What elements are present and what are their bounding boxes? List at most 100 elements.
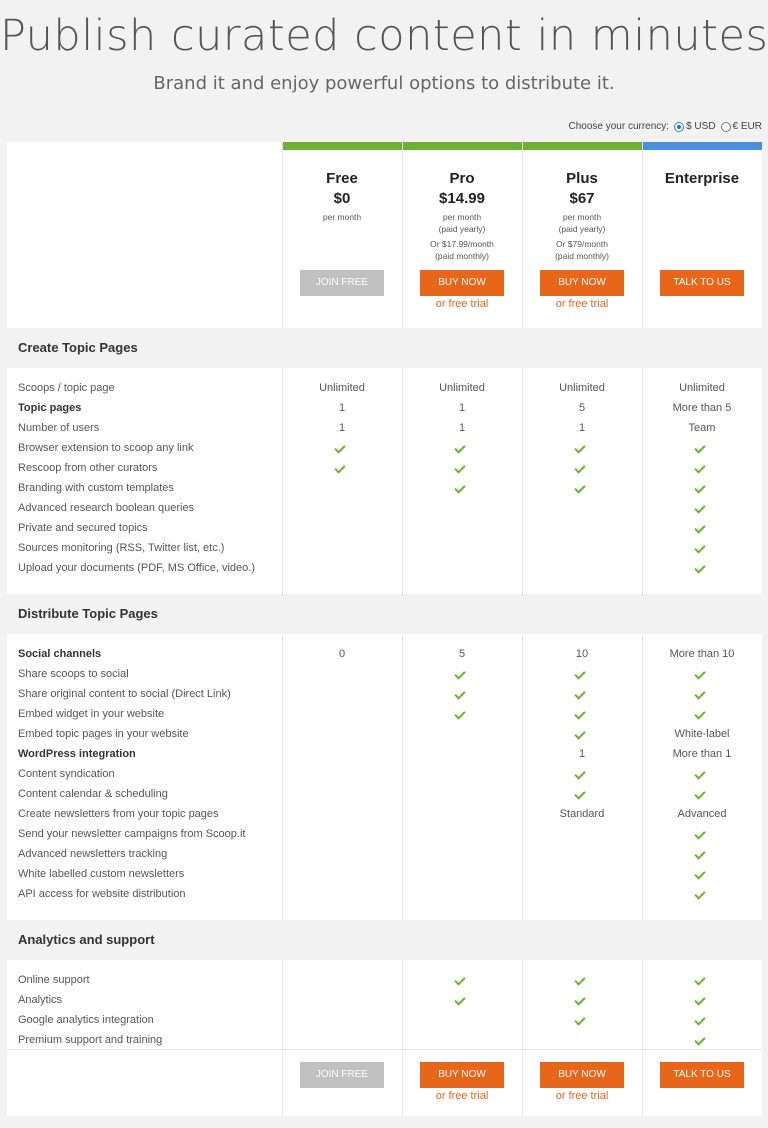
feature-label: Send your newsletter campaigns from Scoo… — [18, 828, 246, 840]
section-title: Analytics and support — [18, 932, 155, 947]
free-trial-link-plus[interactable]: or free trial — [522, 298, 642, 310]
check-icon — [282, 462, 402, 476]
feature-label: Topic pages — [18, 402, 82, 414]
feature-label: Embed widget in your website — [18, 708, 165, 720]
feature-label: Online support — [18, 974, 90, 986]
page-title: Publish curated content in minutes — [0, 11, 768, 61]
enterprise-accent-bar — [642, 142, 762, 150]
feature-value: 5 — [458, 648, 466, 660]
plan-button-plus[interactable]: BUY NOW — [540, 270, 624, 296]
section-title: Distribute Topic Pages — [18, 606, 158, 621]
feature-label: Content calendar & scheduling — [18, 788, 168, 800]
feature-label: Sources monitoring (RSS, Twitter list, e… — [18, 542, 225, 554]
check-icon — [522, 482, 642, 496]
feature-value: 1 — [578, 748, 586, 760]
check-icon — [642, 974, 762, 988]
check-icon — [402, 442, 522, 456]
feature-value: More than 5 — [672, 402, 732, 414]
page-subtitle: Brand it and enjoy powerful options to d… — [153, 73, 615, 94]
feature-label: Embed topic pages in your website — [18, 728, 189, 740]
free-trial-link-pro[interactable]: or free trial — [402, 298, 522, 310]
footer-free-trial-link-plus[interactable]: or free trial — [522, 1090, 642, 1102]
feature-label: Scoops / topic page — [18, 382, 115, 394]
check-icon — [522, 788, 642, 802]
feature-label: Private and secured topics — [18, 522, 148, 534]
check-icon — [522, 442, 642, 456]
footer-free-trial-link-pro[interactable]: or free trial — [402, 1090, 522, 1102]
section-header: Create Topic Pages — [7, 328, 762, 368]
check-icon — [642, 482, 762, 496]
feature-label: Content syndication — [18, 768, 115, 780]
feature-label: Advanced research boolean queries — [18, 502, 195, 514]
feature-label: Google analytics integration — [18, 1014, 154, 1026]
check-icon — [642, 442, 762, 456]
check-icon — [402, 994, 522, 1008]
feature-label: Create newsletters from your topic pages — [18, 808, 219, 820]
plan-name-enterprise: Enterprise — [664, 170, 740, 187]
plan-note-pro: (paid yearly) — [438, 224, 486, 234]
check-icon — [642, 462, 762, 476]
feature-label: Branding with custom templates — [18, 482, 174, 494]
check-icon — [642, 562, 762, 576]
check-icon — [522, 728, 642, 742]
feature-value: Unlimited — [679, 382, 725, 394]
plan-name-pro: Pro — [449, 170, 475, 187]
feature-label: Share original content to social (Direct… — [18, 688, 231, 700]
footer-button-pro[interactable]: BUY NOW — [420, 1062, 504, 1088]
check-icon — [402, 688, 522, 702]
feature-label: Social channels — [18, 648, 102, 660]
feature-value: Unlimited — [559, 382, 605, 394]
currency-eur-radio[interactable] — [720, 121, 731, 132]
plan-note-pro: per month — [442, 212, 482, 222]
check-icon — [642, 788, 762, 802]
plan-button-free[interactable]: JOIN FREE — [300, 270, 384, 296]
feature-value: 1 — [578, 422, 586, 434]
currency-usd-radio[interactable] — [674, 121, 685, 132]
check-icon — [522, 994, 642, 1008]
currency-label: Choose your currency: — [568, 121, 670, 132]
check-icon — [642, 768, 762, 782]
feature-label: Share scoops to social — [18, 668, 129, 680]
check-icon — [522, 688, 642, 702]
check-icon — [522, 768, 642, 782]
footer-button-enterprise[interactable]: TALK TO US — [660, 1062, 744, 1088]
check-icon — [402, 974, 522, 988]
feature-label: WordPress integration — [18, 748, 136, 760]
check-icon — [642, 828, 762, 842]
feature-label: Analytics — [18, 994, 63, 1006]
feature-value: Unlimited — [439, 382, 485, 394]
footer-button-free[interactable]: JOIN FREE — [300, 1062, 384, 1088]
check-icon — [642, 522, 762, 536]
feature-label: White labelled custom newsletters — [18, 868, 185, 880]
section-header: Analytics and support — [7, 920, 762, 960]
plan-name-free: Free — [326, 170, 358, 187]
feature-label: Rescoop from other curators — [18, 462, 158, 474]
feature-value: White-label — [674, 728, 730, 740]
feature-value: 10 — [575, 648, 589, 660]
check-icon — [642, 848, 762, 862]
check-icon — [522, 1014, 642, 1028]
check-icon — [282, 442, 402, 456]
check-icon — [642, 888, 762, 902]
check-icon — [402, 482, 522, 496]
plan-note-plus: Or $79/month — [556, 239, 608, 249]
check-icon — [402, 462, 522, 476]
plan-button-pro[interactable]: BUY NOW — [420, 270, 504, 296]
currency-eur-label[interactable]: € EUR — [733, 121, 762, 132]
footer-button-plus[interactable]: BUY NOW — [540, 1062, 624, 1088]
check-icon — [522, 708, 642, 722]
plan-button-enterprise[interactable]: TALK TO US — [660, 270, 744, 296]
check-icon — [522, 462, 642, 476]
section-header: Distribute Topic Pages — [7, 594, 762, 634]
plan-note-pro: (paid monthly) — [435, 251, 489, 261]
plan-price-free: $0 — [333, 190, 351, 207]
feature-label: Browser extension to scoop any link — [18, 442, 194, 454]
check-icon — [402, 708, 522, 722]
currency-usd-label[interactable]: $ USD — [686, 121, 715, 132]
plan-note-pro: Or $17.99/month — [430, 239, 494, 249]
check-icon — [642, 688, 762, 702]
plan-note-plus: per month — [562, 212, 602, 222]
feature-value: Standard — [559, 808, 605, 820]
check-icon — [642, 668, 762, 682]
plan-note-plus: (paid yearly) — [558, 224, 606, 234]
